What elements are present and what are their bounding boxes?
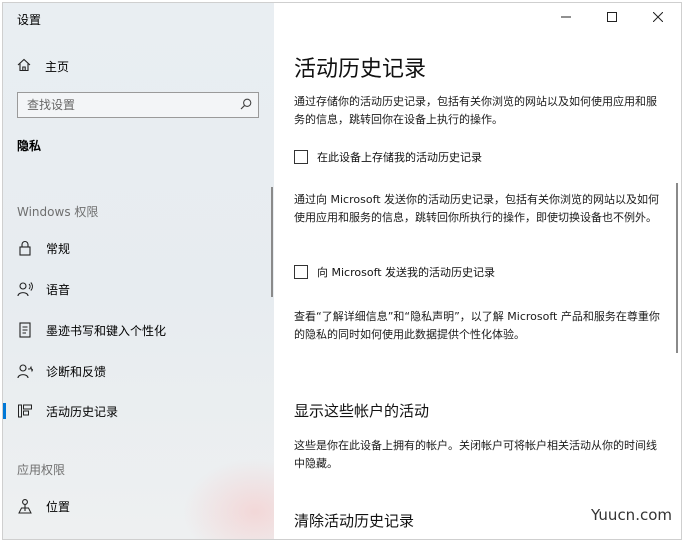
send-history-label[interactable]: 向 Microsoft 发送我的活动历史记录 xyxy=(317,264,495,280)
location-icon xyxy=(17,498,33,514)
sidebar-item-label: 墨迹书写和键入个性化 xyxy=(46,323,167,338)
lock-icon xyxy=(17,240,33,256)
search-icon[interactable] xyxy=(240,98,252,113)
accounts-section-title: 显示这些帐户的活动 xyxy=(294,402,430,420)
store-history-checkbox-row[interactable]: 在此设备上存储我的活动历史记录 xyxy=(294,148,482,166)
sidebar-item-location[interactable]: 位置 xyxy=(3,490,271,522)
store-history-label[interactable]: 在此设备上存储我的活动历史记录 xyxy=(317,149,482,165)
main-content: 活动历史记录 通过存储你的活动历史记录，包括有关你浏览的网站以及如何使用应用和服… xyxy=(274,3,681,539)
sidebar-item-activity-history[interactable]: 活动历史记录 xyxy=(3,395,271,427)
sidebar-item-inking-typing[interactable]: 墨迹书写和键入个性化 xyxy=(3,314,271,346)
home-icon xyxy=(17,58,31,75)
sidebar-item-label: 位置 xyxy=(46,499,71,514)
diagnostics-icon xyxy=(17,363,33,379)
send-history-checkbox[interactable] xyxy=(294,265,308,279)
settings-window: 设置 主页 隐私 Windows 权限 常规 语音 xyxy=(2,2,682,540)
minimize-button[interactable] xyxy=(543,3,589,33)
inking-icon xyxy=(17,322,33,338)
maximize-button[interactable] xyxy=(589,3,635,33)
sidebar-scrollbar[interactable] xyxy=(271,187,273,297)
sidebar-item-diagnostics-feedback[interactable]: 诊断和反馈 xyxy=(3,355,271,387)
clear-history-section-title: 清除活动历史记录 xyxy=(294,512,415,530)
group-header-app-permissions: 应用权限 xyxy=(17,463,66,477)
app-title: 设置 xyxy=(17,13,42,27)
current-section-title: 隐私 xyxy=(17,139,42,153)
search-input[interactable] xyxy=(27,98,217,112)
home-nav-item[interactable]: 主页 xyxy=(17,56,69,76)
content-scrollbar[interactable] xyxy=(676,183,678,353)
store-history-checkbox[interactable] xyxy=(294,150,308,164)
send-history-checkbox-row[interactable]: 向 Microsoft 发送我的活动历史记录 xyxy=(294,263,495,281)
sidebar-item-label: 语音 xyxy=(46,282,71,297)
send-description-text: 通过向 Microsoft 发送你的活动历史记录，包括有关你浏览的网站以及如何使… xyxy=(294,193,660,224)
sidebar-item-general[interactable]: 常规 xyxy=(3,232,271,264)
sidebar-item-label: 诊断和反馈 xyxy=(46,364,107,379)
sidebar-item-label: 活动历史记录 xyxy=(46,404,119,419)
search-box[interactable] xyxy=(17,92,259,118)
close-button[interactable] xyxy=(635,3,681,33)
group-header-windows-permissions: Windows 权限 xyxy=(17,205,99,219)
speech-icon xyxy=(17,281,33,297)
sidebar-item-speech[interactable]: 语音 xyxy=(3,273,271,305)
sidebar: 设置 主页 隐私 Windows 权限 常规 语音 xyxy=(3,3,303,539)
home-label: 主页 xyxy=(45,59,70,74)
minimize-icon xyxy=(561,11,571,25)
window-controls xyxy=(543,3,681,33)
close-icon xyxy=(652,11,664,25)
intro-text: 通过存储你的活动历史记录，包括有关你浏览的网站以及如何使用应用和服务的信息，跳转… xyxy=(294,95,657,126)
watermark-text: Yuucn.com xyxy=(587,505,675,525)
activity-history-icon xyxy=(17,403,33,419)
privacy-note-text: 查看“了解详细信息”和“隐私声明”，以了解 Microsoft 产品和服务在尊重… xyxy=(294,310,660,341)
sidebar-item-label: 常规 xyxy=(46,241,71,256)
maximize-icon xyxy=(607,11,617,25)
page-title: 活动历史记录 xyxy=(294,57,427,82)
accounts-description-text: 这些是你在此设备上拥有的帐户。关闭帐户可将帐户相关活动从你的时间线中隐藏。 xyxy=(294,439,657,470)
